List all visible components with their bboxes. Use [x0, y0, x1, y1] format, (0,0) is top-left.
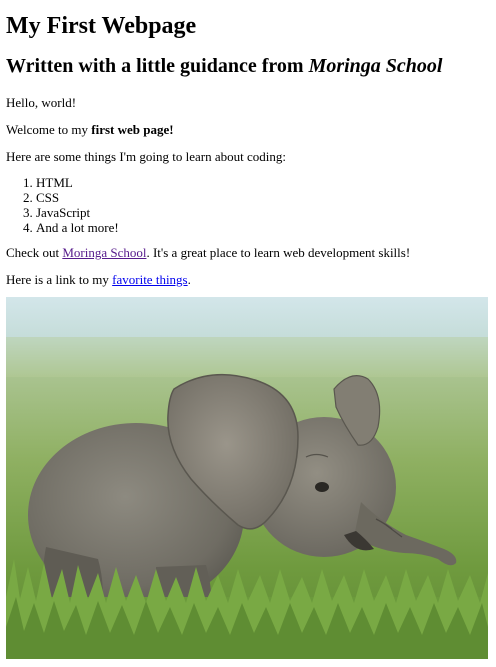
subtitle-text: Written with a little guidance from: [6, 55, 309, 77]
list-item: JavaScript: [36, 205, 490, 220]
list-item: CSS: [36, 190, 490, 205]
list-item: And a lot more!: [36, 220, 490, 235]
checkout-text: Check out: [6, 245, 63, 260]
subtitle-school-name: Moringa School: [308, 55, 443, 77]
learn-list: HTML CSS JavaScript And a lot more!: [6, 175, 490, 235]
page-content: My First Webpage Written with a little g…: [6, 0, 490, 288]
favorites-text: Here is a link to my: [6, 272, 113, 287]
welcome-paragraph: Welcome to my first web page!: [6, 122, 490, 138]
favorites-suffix-text: .: [187, 272, 191, 287]
baby-elephant-photo: [6, 297, 488, 659]
favorites-paragraph: Here is a link to my favorite things.: [6, 272, 490, 288]
welcome-bold-text: first web page!: [91, 122, 174, 137]
welcome-text: Welcome to my: [6, 122, 92, 137]
list-item: HTML: [36, 175, 490, 190]
page-subtitle: Written with a little guidance from Mori…: [6, 54, 490, 78]
checkout-suffix-text: . It's a great place to learn web develo…: [146, 245, 411, 260]
checkout-paragraph: Check out Moringa School. It's a great p…: [6, 245, 490, 261]
hello-paragraph: Hello, world!: [6, 95, 77, 110]
favorite-things-link[interactable]: favorite things: [112, 272, 187, 287]
page-title: My First Webpage: [6, 13, 197, 39]
learn-intro-paragraph: Here are some things I'm going to learn …: [6, 149, 286, 164]
moringa-school-link[interactable]: Moringa School: [62, 245, 146, 260]
elephant-illustration: [6, 297, 488, 659]
